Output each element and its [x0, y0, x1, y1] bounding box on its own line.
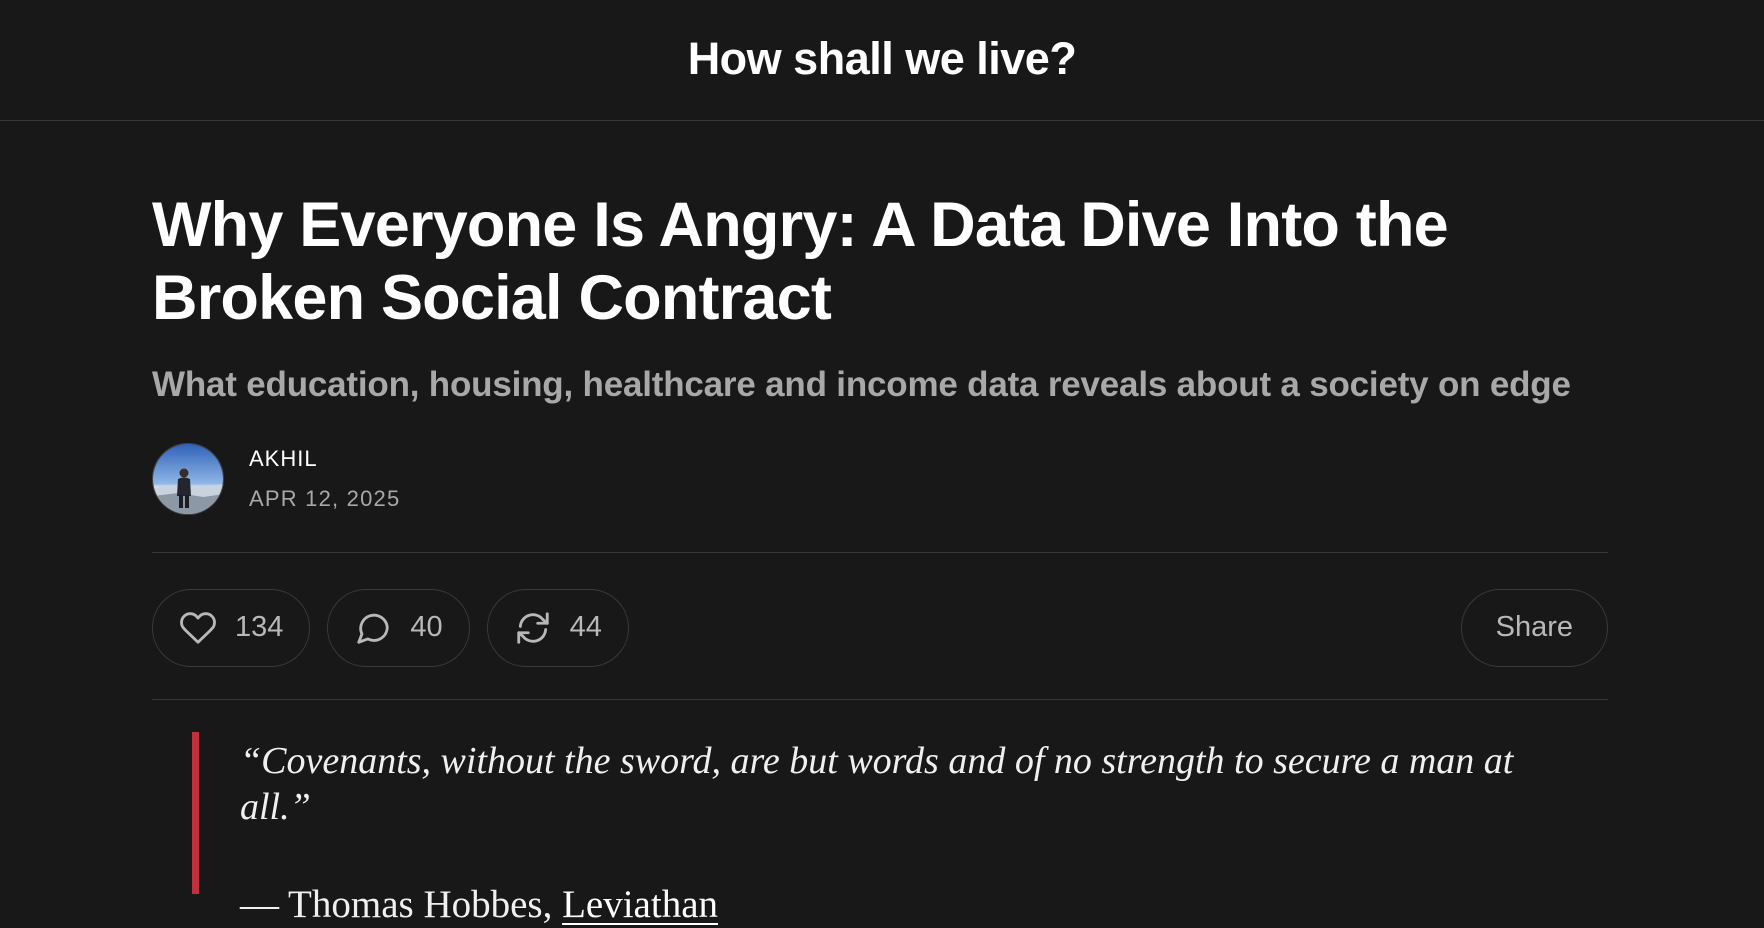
author-name[interactable]: AKHIL — [249, 446, 400, 472]
site-header: How shall we live? — [0, 0, 1764, 121]
byline-meta: AKHIL APR 12, 2025 — [249, 446, 400, 512]
byline: AKHIL APR 12, 2025 — [152, 442, 1608, 516]
author-avatar[interactable] — [152, 443, 224, 515]
article: Why Everyone Is Angry: A Data Dive Into … — [152, 121, 1608, 926]
leviathan-link[interactable]: Leviathan — [562, 883, 718, 926]
post-subtitle: What education, housing, healthcare and … — [152, 365, 1571, 404]
comment-count: 40 — [410, 611, 443, 643]
post-date: APR 12, 2025 — [249, 486, 401, 511]
quote-attribution-prefix: — Thomas Hobbes, — [240, 883, 563, 926]
epigraph-quote: “Covenants, without the sword, are but w… — [192, 732, 1568, 926]
restack-button[interactable]: 44 — [486, 588, 629, 667]
quote-attribution: — Thomas Hobbes, Leviathan — [240, 882, 1568, 928]
post-title: Why Everyone Is Angry: A Data Dive Into … — [152, 190, 1449, 333]
restack-icon — [514, 609, 552, 647]
share-button[interactable]: Share — [1460, 588, 1608, 667]
heart-icon — [179, 609, 217, 647]
post-actions: 134 40 44 Share — [152, 553, 1608, 699]
restack-count: 44 — [569, 611, 602, 643]
like-button[interactable]: 134 — [152, 588, 311, 667]
share-label: Share — [1495, 611, 1573, 643]
site-title[interactable]: How shall we live? — [688, 33, 1077, 85]
comment-button[interactable]: 40 — [327, 588, 470, 667]
like-count: 134 — [235, 611, 284, 643]
comment-bubble-icon — [354, 609, 392, 647]
divider — [152, 699, 1608, 700]
quote-text: “Covenants, without the sword, are but w… — [240, 740, 1514, 828]
avatar-photo — [153, 444, 223, 514]
